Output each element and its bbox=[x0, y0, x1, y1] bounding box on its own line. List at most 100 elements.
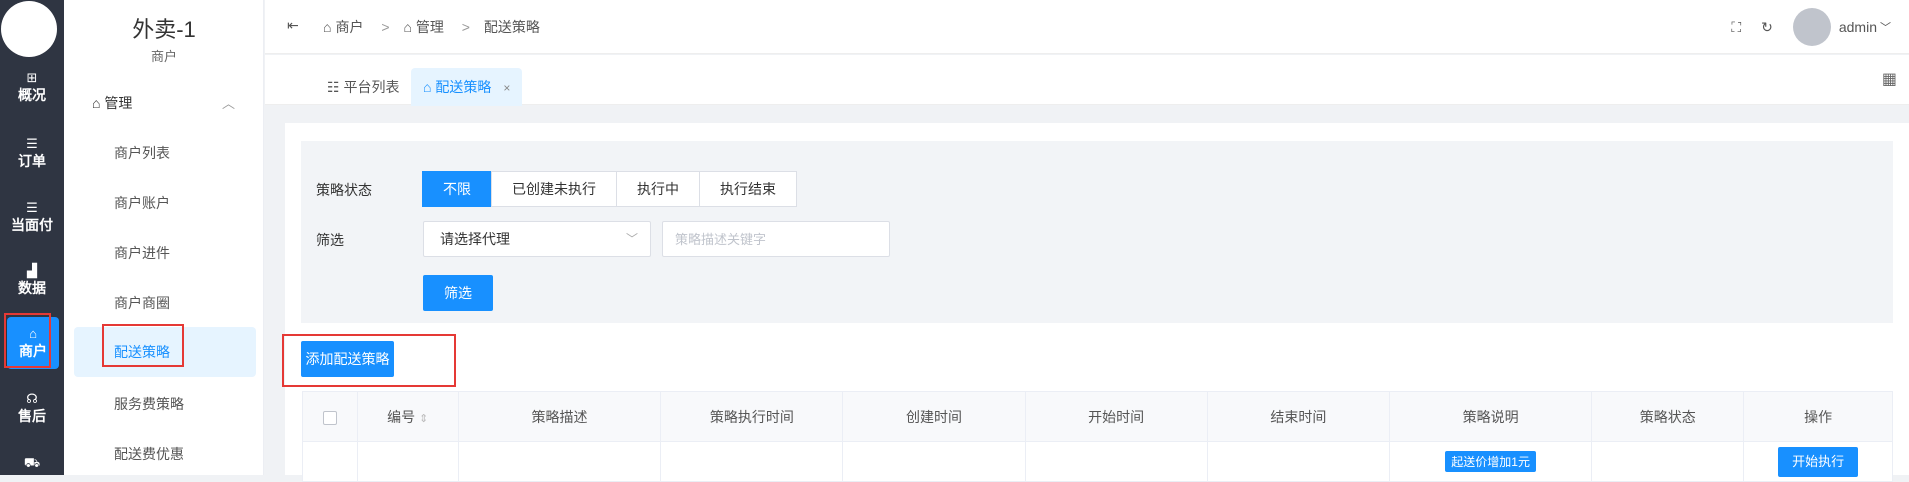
breadcrumb-item[interactable]: 商户 bbox=[335, 19, 363, 35]
top-right-tools: ⛶ ↻ admin ﹀ bbox=[1731, 8, 1891, 46]
keyword-input[interactable] bbox=[662, 221, 890, 257]
status-segmented: 不限 已创建未执行 执行中 执行结束 bbox=[422, 171, 797, 207]
fullscreen-icon[interactable]: ⛶ bbox=[1731, 19, 1741, 36]
sort-icon[interactable]: ⇕ bbox=[419, 413, 428, 425]
header-label: 编号 bbox=[387, 408, 416, 425]
table-header-row: 编号 ⇕ 策略描述 策略执行时间 创建时间 开始时间 结束时间 策略说明 策略状态… bbox=[302, 391, 1893, 442]
list-icon: ☰ bbox=[26, 200, 38, 215]
header-action: 操作 bbox=[1743, 391, 1893, 442]
tab-platform-list[interactable]: ☷ 平台列表 bbox=[315, 68, 411, 106]
start-execute-button[interactable]: 开始执行 bbox=[1778, 446, 1859, 477]
sidebar-group-manage[interactable]: ⌂ 管理 ︿ bbox=[92, 93, 235, 113]
highlight-box-rail bbox=[4, 313, 51, 368]
grid-icon[interactable]: ▦ bbox=[1882, 69, 1897, 89]
table-cell bbox=[302, 441, 358, 482]
brand-title: 外卖-1 bbox=[132, 17, 196, 42]
sidebar-item-delivery-discount[interactable]: 配送费优惠 bbox=[114, 444, 184, 464]
sidebar-item-merchant-onboarding[interactable]: 商户进件 bbox=[114, 243, 170, 263]
rail-item-data[interactable]: ▟ 数据 bbox=[0, 263, 64, 298]
select-all-checkbox[interactable] bbox=[322, 410, 337, 425]
close-icon[interactable]: × bbox=[503, 81, 510, 95]
header-id[interactable]: 编号 ⇕ bbox=[356, 391, 459, 442]
table-cell: 开始执行 bbox=[1743, 441, 1893, 482]
breadcrumb-separator: > bbox=[461, 19, 470, 35]
rail-label: 售后 bbox=[18, 408, 46, 424]
breadcrumb: ⌂ 商户 > ⌂ 管理 > 配送策略 bbox=[323, 17, 544, 37]
tab-delivery-strategy[interactable]: ⌂ 配送策略 × bbox=[411, 68, 523, 106]
highlight-box-sidebar bbox=[102, 324, 184, 367]
rail-label: 数据 bbox=[18, 280, 46, 296]
table-cell bbox=[356, 441, 459, 482]
store-icon: ⌂ bbox=[92, 95, 105, 111]
header-checkbox-cell bbox=[302, 391, 358, 442]
chevron-down-icon: ﹀ bbox=[625, 232, 638, 246]
header-note: 策略说明 bbox=[1388, 391, 1593, 442]
list-icon: ☷ bbox=[327, 79, 344, 95]
user-name[interactable]: admin bbox=[1839, 19, 1877, 35]
agent-select[interactable]: 请选择代理 ﹀ bbox=[423, 221, 651, 257]
sidebar: 外卖-1 商户 ⌂ 管理 ︿ 商户列表 商户账户 商户进件 商户商圈 配送策略 … bbox=[64, 0, 264, 475]
rail-label: 订单 bbox=[18, 153, 46, 169]
logo-avatar[interactable] bbox=[1, 1, 57, 57]
brand-subtitle: 商户 bbox=[150, 49, 177, 64]
sidebar-item-merchant-account[interactable]: 商户账户 bbox=[114, 193, 170, 213]
chevron-down-icon[interactable]: ﹀ bbox=[1880, 19, 1891, 35]
tab-label: 平台列表 bbox=[343, 79, 400, 95]
table-cell bbox=[457, 441, 662, 482]
tab-label: 配送策略 bbox=[435, 79, 492, 95]
refresh-icon[interactable]: ↻ bbox=[1761, 19, 1773, 36]
strategy-tag: 起送价增加1元 bbox=[1445, 451, 1536, 472]
headset-icon: ☊ bbox=[26, 391, 38, 406]
filter-panel: 策略状态 不限 已创建未执行 执行中 执行结束 筛选 请选择代理 ﹀ 筛选 bbox=[301, 141, 1893, 323]
table-cell bbox=[842, 441, 1026, 482]
bar-chart-icon: ▟ bbox=[27, 263, 37, 278]
status-option-running[interactable]: 执行中 bbox=[616, 171, 700, 207]
list-icon: ☰ bbox=[26, 136, 38, 151]
rail-label: 当面付 bbox=[11, 217, 53, 233]
status-option-all[interactable]: 不限 bbox=[422, 171, 492, 207]
header-desc: 策略描述 bbox=[457, 391, 662, 442]
rail-item-orders[interactable]: ☰ 订单 bbox=[0, 136, 64, 171]
table-cell bbox=[1591, 441, 1745, 482]
icon-rail: ⊞ 概况 ☰ 订单 ☰ 当面付 ▟ 数据 ⌂ 商户 ☊ 售后 ⛟ bbox=[0, 0, 64, 475]
status-option-ended[interactable]: 执行结束 bbox=[699, 171, 797, 207]
filter-button[interactable]: 筛选 bbox=[423, 275, 493, 311]
agent-select-value: 请选择代理 bbox=[440, 231, 510, 247]
avatar[interactable] bbox=[1792, 8, 1831, 46]
sidebar-item-service-fee[interactable]: 服务费策略 bbox=[114, 394, 184, 414]
truck-icon: ⛟ bbox=[23, 455, 41, 470]
breadcrumb-item: 配送策略 bbox=[483, 19, 540, 35]
rail-label: 概况 bbox=[18, 87, 46, 103]
tabs-bar: ☷ 平台列表 ⌂ 配送策略 × ▦ bbox=[265, 55, 1909, 106]
table-row: 起送价增加1元 开始执行 bbox=[302, 441, 1893, 482]
status-option-created[interactable]: 已创建未执行 bbox=[491, 171, 617, 207]
breadcrumb-separator: > bbox=[381, 19, 390, 35]
header-status: 策略状态 bbox=[1591, 391, 1745, 442]
store-icon: ⌂ bbox=[323, 19, 332, 35]
header-created: 创建时间 bbox=[842, 391, 1026, 442]
table-cell bbox=[1206, 441, 1390, 482]
sidebar-item-merchant-list[interactable]: 商户列表 bbox=[114, 143, 170, 163]
rail-item-after-sales[interactable]: ☊ 售后 bbox=[0, 391, 64, 426]
breadcrumb-item[interactable]: 管理 bbox=[416, 19, 444, 35]
rail-item-delivery[interactable]: ⛟ bbox=[0, 455, 64, 470]
highlight-box-add bbox=[282, 334, 456, 387]
header-end: 结束时间 bbox=[1206, 391, 1390, 442]
table-cell bbox=[660, 441, 844, 482]
filter-label: 筛选 bbox=[316, 232, 344, 248]
sidebar-item-merchant-zone[interactable]: 商户商圈 bbox=[114, 293, 170, 313]
store-icon: ⌂ bbox=[403, 19, 412, 35]
chevron-up-icon: ︿ bbox=[222, 96, 236, 111]
top-bar: ⇤ ⌂ 商户 > ⌂ 管理 > 配送策略 ⛶ ↻ admin ﹀ bbox=[265, 0, 1909, 54]
collapse-menu-icon[interactable]: ⇤ bbox=[287, 17, 299, 34]
header-start: 开始时间 bbox=[1024, 391, 1208, 442]
dashboard-icon: ⊞ bbox=[26, 70, 38, 85]
table-cell bbox=[1024, 441, 1208, 482]
main-content: 策略状态 不限 已创建未执行 执行中 执行结束 筛选 请选择代理﹀ 筛选 添加配… bbox=[285, 123, 1909, 482]
store-icon: ⌂ bbox=[423, 79, 436, 95]
group-label: 管理 bbox=[104, 95, 133, 111]
status-label: 策略状态 bbox=[316, 182, 372, 198]
rail-item-face-pay[interactable]: ☰ 当面付 bbox=[0, 200, 64, 235]
rail-item-overview[interactable]: ⊞ 概况 bbox=[0, 70, 64, 105]
strategy-table: 编号 ⇕ 策略描述 策略执行时间 创建时间 开始时间 结束时间 策略说明 策略状态… bbox=[302, 391, 1893, 482]
